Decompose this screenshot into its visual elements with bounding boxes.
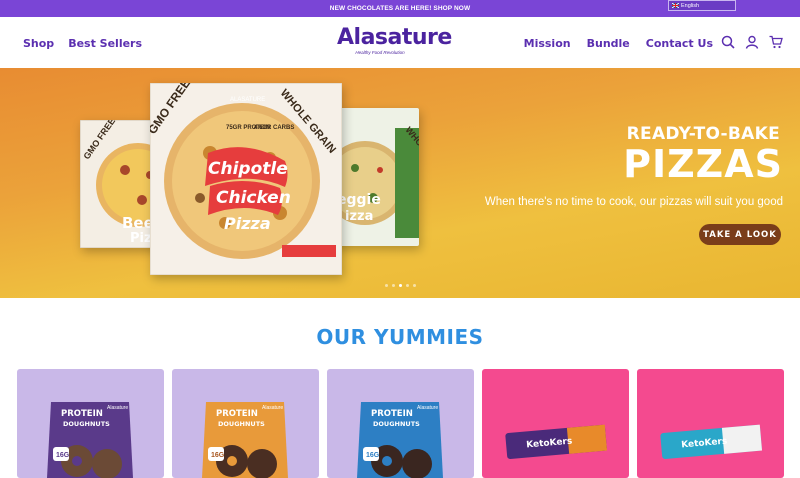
search-icon[interactable] (721, 35, 735, 49)
product-card-ketokers-cookies[interactable]: KetoKers (637, 369, 784, 478)
veggie-label: eggie (337, 192, 381, 208)
announcement-text[interactable]: NEW CHOCOLATES ARE HERE! SHOP NOW (330, 5, 470, 12)
veggie-pizza-art: WHOLE GRAIN eggie izza (323, 125, 453, 238)
take-a-look-button[interactable]: TAKE A LOOK (699, 224, 781, 245)
doughnut-pack-vanilla: 16G PROTEIN DOUGHNUTS Alasature (357, 402, 443, 478)
svg-text:PROTEIN: PROTEIN (371, 409, 413, 419)
nav-contact-us[interactable]: Contact Us (646, 37, 713, 50)
pizza-box-veggie: WHOLE GRAIN eggie izza (323, 108, 453, 246)
pizza-box-chipotle: Chipotle Chicken Pizza GMO FREE WHOLE GR… (145, 76, 343, 276)
card2-brand: Alasature (262, 405, 283, 411)
slider-dot-2[interactable] (392, 284, 395, 287)
slider-dots (385, 284, 416, 287)
slider-dot-5[interactable] (413, 284, 416, 287)
product-card-doughnut-cookies[interactable]: 16G PROTEIN DOUGHNUTS Alasature (17, 369, 164, 478)
slider-dot-3[interactable] (399, 284, 402, 287)
svg-text:DOUGHNUTS: DOUGHNUTS (63, 420, 110, 428)
card2-protein: 16G (211, 452, 225, 459)
nav-bundle[interactable]: Bundle (587, 37, 630, 50)
chipotle-label-line2: Chicken (216, 188, 291, 208)
doughnut-pack-cookies: 16G PROTEIN DOUGHNUTS Alasature (47, 402, 133, 478)
svg-text:PROTEIN: PROTEIN (216, 409, 258, 419)
flag-icon (672, 3, 679, 8)
card3-protein: 16G (366, 452, 380, 459)
nav-shop[interactable]: Shop (23, 37, 54, 50)
nav-right: Mission Bundle Contact Us (524, 37, 713, 50)
chipotle-pizza-art: Chipotle Chicken Pizza GMO FREE WHOLE GR… (145, 76, 343, 276)
account-icon[interactable] (745, 35, 759, 49)
logo-tagline: Healthy Food Revolution (355, 50, 405, 55)
cart-icon[interactable] (769, 35, 783, 49)
product-card-doughnut-coconut[interactable]: 16G PROTEIN DOUGHNUTS Alasature (172, 369, 319, 478)
brand-logo[interactable]: Alasature Healthy Food Revolution (337, 25, 452, 56)
svg-text:izza: izza (345, 209, 373, 224)
doughnut-pack-coconut: 16G PROTEIN DOUGHNUTS Alasature (202, 402, 288, 478)
language-selector[interactable]: English (668, 0, 736, 11)
product-card-doughnut-vanilla[interactable]: 16G PROTEIN DOUGHNUTS Alasature (327, 369, 474, 478)
section-title: OUR YUMMIES (316, 325, 484, 349)
language-label: English (681, 2, 700, 9)
ketokers-bar-fudge: KetoKers (505, 424, 608, 459)
svg-text:DOUGHNUTS: DOUGHNUTS (373, 420, 420, 428)
chipotle-brand: ALASATURE (230, 97, 265, 103)
product-card-ketokers-fudge[interactable]: KetoKers (482, 369, 629, 478)
chipotle-label-line3: Pizza (224, 214, 271, 233)
nav-mission[interactable]: Mission (524, 37, 571, 50)
slider-dot-1[interactable] (385, 284, 388, 287)
hero-subtitle: When there's no time to cook, our pizzas… (484, 196, 783, 208)
chipotle-carbs: 4.6GR CARBS (254, 125, 294, 131)
site-header: Shop Best Sellers Alasature Healthy Food… (0, 17, 800, 68)
ketokers-bar-cookies: KetoKers (660, 424, 763, 459)
nav-best-sellers[interactable]: Best Sellers (68, 37, 142, 50)
svg-text:PROTEIN: PROTEIN (61, 409, 103, 419)
card1-brand: Alasature (107, 405, 128, 411)
chipotle-label-line1: Chipotle (208, 159, 288, 179)
logo-wordmark: Alasature (337, 25, 452, 50)
hero-title: PIZZAS (623, 142, 783, 186)
slider-dot-4[interactable] (406, 284, 409, 287)
card3-brand: Alasature (417, 405, 438, 411)
hero-kicker: READY-TO-BAKE (626, 124, 780, 144)
svg-text:DOUGHNUTS: DOUGHNUTS (218, 420, 265, 428)
nav-left: Shop Best Sellers (23, 37, 142, 50)
hero-banner[interactable]: GMO FREE Beef Pizz WHOLE GRAIN eggie izz… (0, 68, 800, 298)
header-icons (721, 35, 783, 49)
card1-protein: 16G (56, 452, 70, 459)
